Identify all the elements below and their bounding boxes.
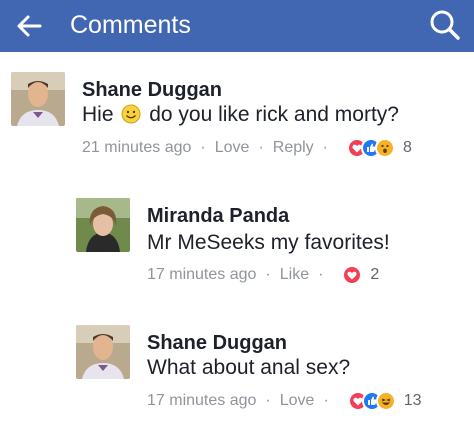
comment-time: 17 minutes ago	[147, 392, 257, 409]
header-bar: Comments	[0, 0, 474, 52]
comment-meta: 17 minutes ago · Like · 2	[147, 265, 379, 285]
separator-dot: ·	[318, 266, 324, 283]
arrow-left-icon[interactable]	[14, 11, 44, 41]
comment-time: 21 minutes ago	[82, 139, 192, 156]
reaction-summary[interactable]: 13	[347, 391, 422, 411]
separator-dot: ·	[323, 392, 329, 409]
reaction-count: 2	[370, 266, 380, 283]
comment-text: Hie do you like rick and morty?	[82, 102, 399, 128]
avatar[interactable]	[76, 325, 130, 379]
reaction-count: 13	[403, 392, 422, 409]
avatar[interactable]	[76, 198, 130, 252]
reaction-summary[interactable]: 8	[347, 138, 412, 158]
separator-dot: ·	[322, 139, 328, 156]
separator-dot: ·	[258, 139, 264, 156]
comment-text-part: do you like rick and morty?	[149, 103, 399, 126]
comment-meta: 21 minutes ago · Love · Reply · 8	[82, 138, 412, 158]
reply-link[interactable]: Reply	[273, 138, 314, 158]
love-link[interactable]: Love	[215, 138, 250, 158]
avatar[interactable]	[11, 72, 65, 126]
love-link[interactable]: Love	[280, 391, 315, 411]
comment-text-part: Hie	[82, 103, 114, 126]
separator-dot: ·	[265, 392, 271, 409]
reaction-summary[interactable]: 2	[342, 265, 379, 285]
like-link[interactable]: Like	[280, 265, 309, 285]
comment-text: Mr MeSeeks my favorites!	[147, 231, 390, 254]
reaction-count: 8	[403, 139, 412, 156]
separator-dot: ·	[265, 266, 271, 283]
smiley-emoji-icon	[121, 104, 141, 124]
separator-dot: ·	[200, 139, 206, 156]
haha-reaction-icon	[375, 391, 396, 411]
search-icon[interactable]	[428, 8, 462, 42]
love-reaction-icon	[342, 265, 363, 285]
wow-reaction-icon	[375, 138, 395, 158]
comment-author[interactable]: Shane Duggan	[82, 78, 222, 102]
comment-author[interactable]: Shane Duggan	[147, 331, 287, 355]
comment-author[interactable]: Miranda Panda	[147, 204, 289, 228]
comment-meta: 17 minutes ago · Love · 13	[147, 391, 422, 411]
comment-time: 17 minutes ago	[147, 266, 257, 283]
comment-text: What about anal sex?	[147, 356, 351, 379]
page-title: Comments	[70, 11, 191, 39]
